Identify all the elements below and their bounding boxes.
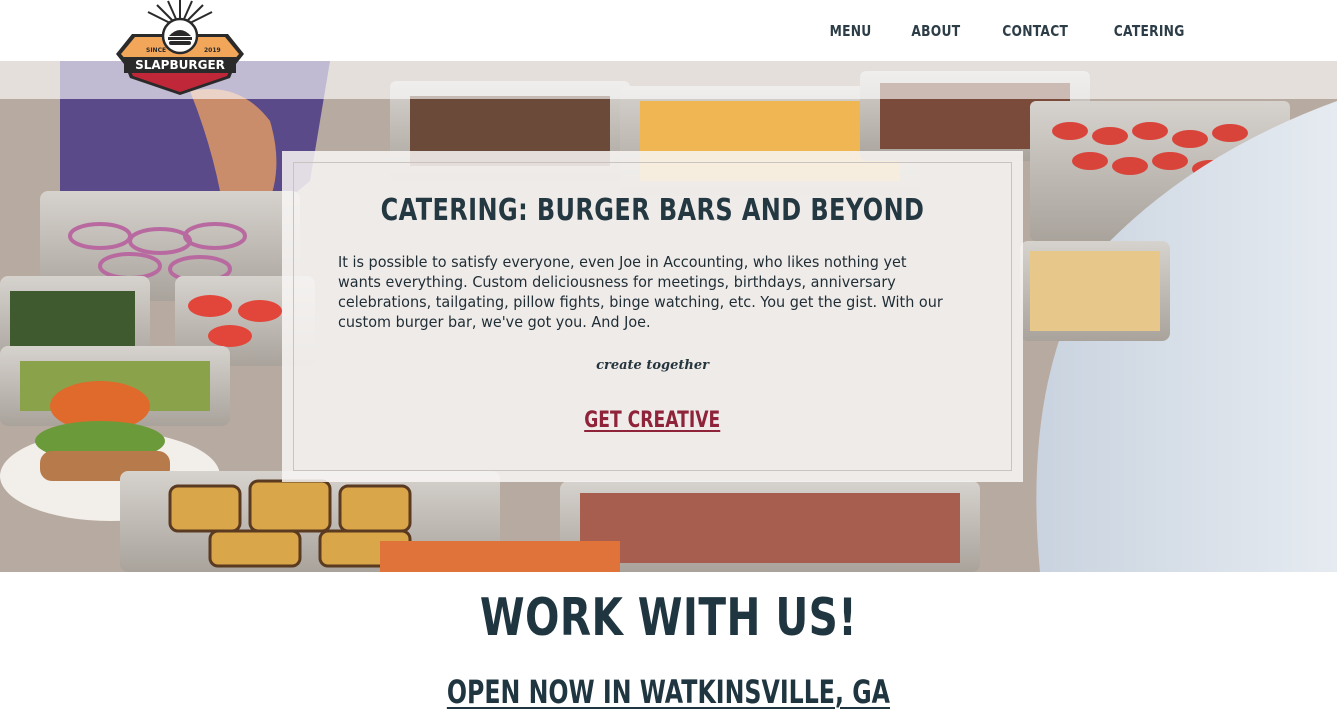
- logo-badge-icon: SINCE 2019 SLAPBURGER: [116, 0, 244, 95]
- logo-since: SINCE: [146, 47, 166, 54]
- catering-title: CATERING: BURGER BARS AND BEYOND: [380, 193, 925, 228]
- nav-menu[interactable]: MENU: [829, 22, 871, 40]
- slapburger-logo[interactable]: SINCE 2019 SLAPBURGER: [112, 0, 248, 96]
- nav-catering[interactable]: CATERING: [1113, 22, 1184, 40]
- catering-card: CATERING: BURGER BARS AND BEYOND It is p…: [282, 151, 1023, 482]
- open-now-wrapper: OPEN NOW IN WATKINSVILLE, GA: [0, 673, 1337, 711]
- create-together-script: create together: [596, 358, 709, 373]
- catering-hero: CATERING: BURGER BARS AND BEYOND It is p…: [0, 61, 1337, 572]
- nav-about[interactable]: ABOUT: [911, 22, 960, 40]
- logo-year: 2019: [204, 47, 221, 54]
- nav-contact[interactable]: CONTACT: [1003, 22, 1069, 40]
- cta-wrapper: GET CREATIVE: [282, 408, 1023, 433]
- logo-wordmark: SLAPBURGER: [135, 58, 225, 72]
- get-creative-link[interactable]: GET CREATIVE: [584, 408, 720, 433]
- catering-description: It is possible to satisfy everyone, even…: [338, 253, 943, 331]
- open-now-link[interactable]: OPEN NOW IN WATKINSVILLE, GA: [447, 673, 890, 711]
- main-nav: MENU ABOUT CONTACT CATERING: [825, 22, 1193, 40]
- work-with-us-heading: WORK WITH US!: [479, 588, 858, 648]
